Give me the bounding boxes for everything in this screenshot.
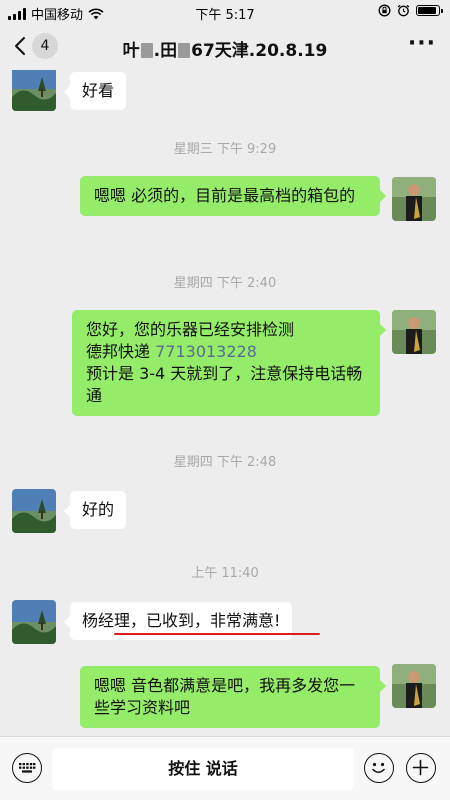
orientation-lock-icon: [378, 4, 391, 17]
contact-avatar[interactable]: [12, 70, 56, 111]
status-bar: 中国移动 下午 5:17: [0, 0, 450, 24]
plus-icon: [412, 759, 429, 776]
redacted-block: [140, 43, 153, 58]
keyboard-icon: [19, 763, 36, 773]
message-bubble[interactable]: 您好，您的乐器已经安排检测 德邦快递 7713013228 预计是 3-4 天就…: [72, 310, 386, 416]
redacted-block: [178, 43, 191, 58]
timestamp: 星期三 下午 9:29: [173, 142, 277, 157]
title-text-3: 67天津.20.8.19: [191, 41, 328, 61]
timestamp: 星期四 下午 2:40: [173, 276, 277, 291]
message-text: 好的: [82, 500, 115, 519]
status-right: [378, 4, 443, 17]
timestamp: 星期四 下午 2:48: [173, 455, 277, 470]
emoji-button[interactable]: [364, 753, 394, 783]
alarm-icon: [397, 4, 410, 17]
timestamp: 上午 11:40: [191, 566, 259, 581]
keyboard-toggle-button[interactable]: [12, 753, 42, 783]
contact-avatar[interactable]: [12, 489, 56, 533]
smiley-icon: [372, 762, 385, 773]
message-text: 好看: [82, 81, 115, 100]
message-text: 您好，您的乐器已经安排检测: [86, 320, 295, 339]
title-text-1: 叶: [122, 41, 140, 61]
message-text: 嗯嗯 必须的，目前是最高档的箱包的: [94, 186, 356, 205]
more-button[interactable]: ···: [408, 33, 436, 55]
phone-number-link[interactable]: 7713013228: [155, 342, 257, 361]
my-avatar[interactable]: [392, 310, 436, 354]
highlight-underline: [114, 633, 320, 635]
my-avatar[interactable]: [392, 664, 436, 708]
message-bubble[interactable]: 好看: [63, 72, 127, 110]
unread-badge: 4: [32, 33, 58, 59]
chat-title: 叶 .田 67天津.20.8.19: [60, 36, 390, 61]
message-text: 德邦快递 7713013228: [86, 342, 257, 361]
more-functions-button[interactable]: [406, 753, 436, 783]
chat-area[interactable]: 好看 星期三 下午 9:29 嗯嗯 必须的，目前是最高档的箱包的 星期四 下午 …: [0, 70, 450, 736]
message-text: 嗯嗯 音色都满意是吧，我再多发您一些学习资料吧: [94, 676, 356, 717]
message-text: 预计是 3-4 天就到了，注意保持电话畅通: [86, 364, 363, 405]
hold-to-talk-button[interactable]: 按住 说话: [52, 748, 354, 790]
back-button[interactable]: 4: [14, 33, 58, 59]
message-bubble[interactable]: 好的: [63, 491, 127, 529]
message-text: 杨经理，已收到，非常满意!: [82, 611, 281, 630]
my-avatar[interactable]: [392, 177, 436, 221]
battery-icon: [416, 5, 443, 16]
contact-avatar[interactable]: [12, 600, 56, 644]
chevron-left-icon: [15, 37, 25, 55]
message-bubble[interactable]: 嗯嗯 音色都满意是吧，我再多发您一些学习资料吧: [80, 666, 386, 728]
message-bubble[interactable]: 嗯嗯 必须的，目前是最高档的箱包的: [80, 176, 386, 216]
title-text-2: .田: [153, 41, 178, 61]
input-bar: 按住 说话: [0, 736, 450, 800]
nav-bar: 4 叶 .田 67天津.20.8.19 ···: [0, 24, 450, 70]
